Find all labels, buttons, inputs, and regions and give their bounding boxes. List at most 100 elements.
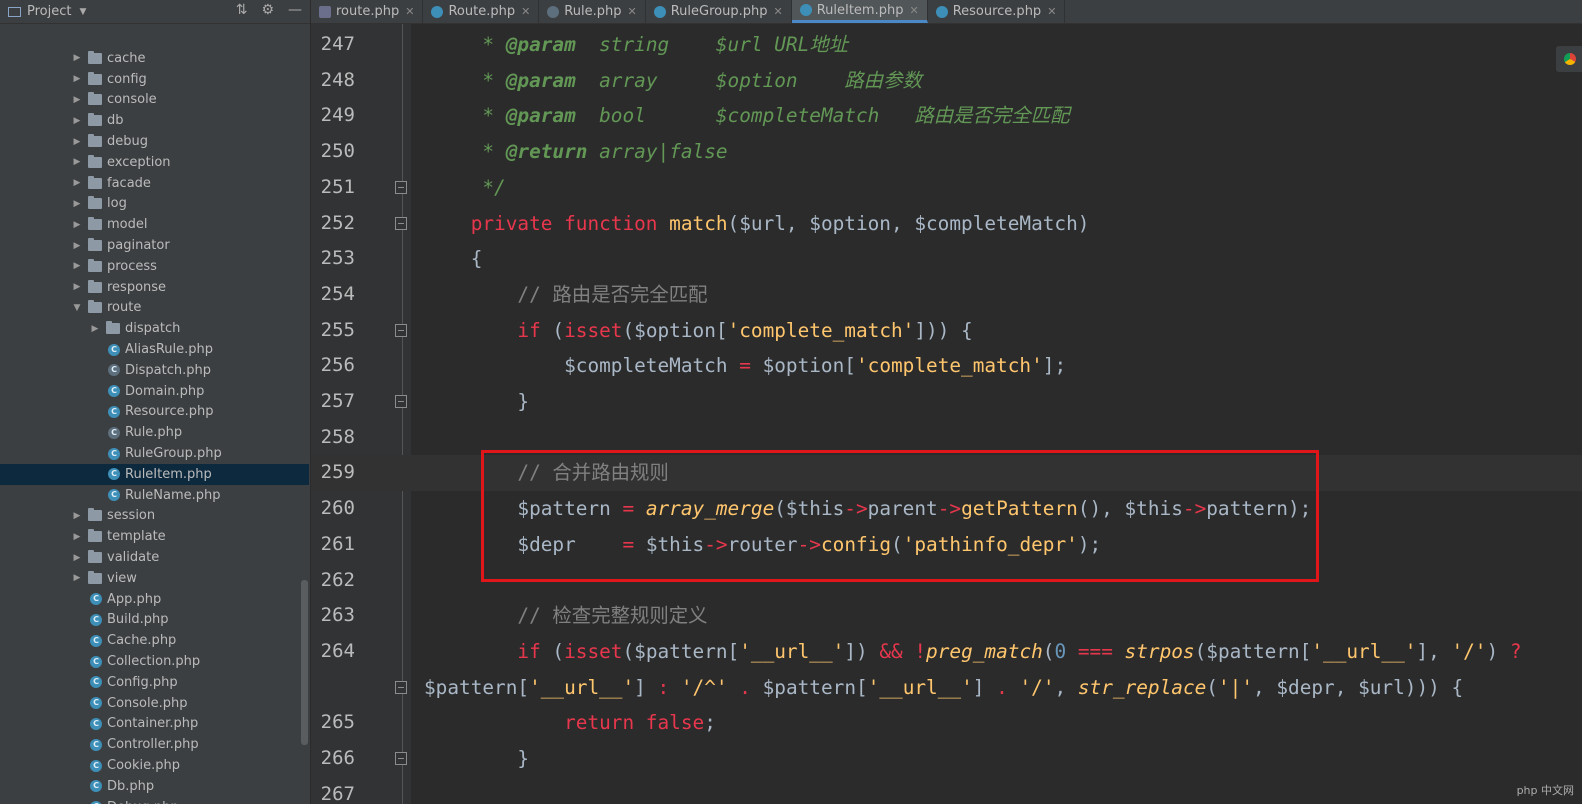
chevron-right-icon[interactable]: ▶ xyxy=(90,324,100,334)
tree-file-item[interactable]: CDebug.php xyxy=(0,797,309,804)
tree-file-item[interactable]: C AliasRule.php xyxy=(0,339,309,360)
browser-chrome-icon[interactable] xyxy=(1556,46,1582,72)
code-line[interactable]: // 检查完整规则定义 xyxy=(424,598,707,634)
code-line[interactable]: return false; xyxy=(424,705,716,741)
chevron-right-icon[interactable]: ▶ xyxy=(72,532,82,542)
chevron-right-icon[interactable]: ▶ xyxy=(72,74,82,84)
close-icon[interactable]: ✕ xyxy=(405,5,414,18)
tree-folder-cache[interactable]: ▶ cache xyxy=(0,48,309,69)
chevron-right-icon[interactable]: ▶ xyxy=(72,553,82,563)
tree-file-item[interactable]: C Cache.php xyxy=(0,630,309,651)
tree-folder-view[interactable]: ▶ view xyxy=(0,568,309,589)
chevron-right-icon[interactable]: ▶ xyxy=(72,137,82,147)
tree-folder-debug[interactable]: ▶ debug xyxy=(0,131,309,152)
chevron-right-icon[interactable]: ▶ xyxy=(72,95,82,105)
code-line[interactable]: } xyxy=(424,384,529,420)
chevron-right-icon[interactable]: ▶ xyxy=(72,157,82,167)
php-file-icon xyxy=(319,5,331,18)
tab-rulegroup[interactable]: RuleGroup.php ✕ xyxy=(646,0,792,23)
fold-marker-icon[interactable] xyxy=(395,180,407,194)
gear-icon[interactable]: ⚙ xyxy=(261,2,274,18)
tree-file-item[interactable]: C Container.php xyxy=(0,714,309,735)
tree-file-item[interactable]: C Rule.php xyxy=(0,422,309,443)
chevron-right-icon[interactable]: ▶ xyxy=(72,116,82,126)
chevron-down-icon[interactable]: ▼ xyxy=(72,303,82,313)
code-line[interactable]: if (isset($option['complete_match'])) { xyxy=(424,313,972,349)
close-icon[interactable]: ✕ xyxy=(627,5,636,18)
tree-folder-response[interactable]: ▶ response xyxy=(0,277,309,298)
tree-file-item[interactable]: C Domain.php xyxy=(0,381,309,402)
code-line[interactable]: * @return array|false xyxy=(424,134,727,170)
tree-folder-facade[interactable]: ▶ facade xyxy=(0,173,309,194)
code-line[interactable]: if (isset($pattern['__url__']) && !preg_… xyxy=(424,634,1521,670)
tree-file-item[interactable]: C App.php xyxy=(0,589,309,610)
fold-marker-icon[interactable] xyxy=(395,680,407,694)
chevron-right-icon[interactable]: ▶ xyxy=(72,241,82,251)
tree-file-item[interactable]: C Console.php xyxy=(0,693,309,714)
tree-folder-paginator[interactable]: ▶ paginator xyxy=(0,235,309,256)
chevron-right-icon[interactable]: ▶ xyxy=(72,573,82,583)
close-icon[interactable]: ✕ xyxy=(909,4,918,17)
tree-file-item[interactable]: C Dispatch.php xyxy=(0,360,309,381)
chevron-right-icon[interactable]: ▶ xyxy=(72,199,82,209)
tab-route[interactable]: Route.php ✕ xyxy=(423,0,540,23)
code-line[interactable]: } xyxy=(424,741,529,777)
code-line[interactable]: private function match($url, $option, $c… xyxy=(424,206,1090,242)
code-line[interactable]: */ xyxy=(424,170,505,206)
collapse-all-icon[interactable]: ⇅ xyxy=(236,2,248,18)
tree-folder-config[interactable]: ▶ config xyxy=(0,69,309,90)
chevron-down-icon[interactable]: ▼ xyxy=(79,7,86,17)
close-icon[interactable]: ✕ xyxy=(1047,5,1056,18)
fold-marker-icon[interactable] xyxy=(395,752,407,765)
fold-marker-icon[interactable] xyxy=(395,216,407,230)
tree-folder-log[interactable]: ▶ log xyxy=(0,194,309,215)
tab-resource[interactable]: Resource.php ✕ xyxy=(928,0,1066,23)
hide-icon[interactable]: — xyxy=(288,2,302,18)
tree-file-item[interactable]: C Config.php xyxy=(0,672,309,693)
code-editor[interactable]: 247 * @param string $url URL地址 248 * @par… xyxy=(311,24,1582,804)
tree-folder-session[interactable]: ▶ session xyxy=(0,506,309,527)
tree-folder-dispatch[interactable]: ▶ dispatch xyxy=(0,318,309,339)
fold-marker-icon[interactable] xyxy=(395,395,407,408)
tree-folder-validate[interactable]: ▶ validate xyxy=(0,547,309,568)
chevron-right-icon[interactable]: ▶ xyxy=(72,511,82,521)
tree-file-item[interactable]: C Build.php xyxy=(0,610,309,631)
code-line[interactable]: { xyxy=(424,241,483,277)
tree-folder-process[interactable]: ▶ process xyxy=(0,256,309,277)
tab-ruleitem[interactable]: RuleItem.php ✕ xyxy=(791,0,928,23)
tree-file-item[interactable]: C Cookie.php xyxy=(0,755,309,776)
tree-folder-exception[interactable]: ▶ exception xyxy=(0,152,309,173)
tree-file-item[interactable]: C Resource.php xyxy=(0,402,309,423)
chevron-right-icon[interactable]: ▶ xyxy=(72,282,82,292)
code-line[interactable]: * @param string $url URL地址 xyxy=(424,27,848,63)
chevron-right-icon[interactable]: ▶ xyxy=(72,178,82,188)
close-icon[interactable]: ✕ xyxy=(773,5,782,18)
tab-rule[interactable]: Rule.php ✕ xyxy=(539,0,646,23)
chevron-right-icon[interactable]: ▶ xyxy=(72,220,82,230)
tree-file-item[interactable]: C Controller.php xyxy=(0,734,309,755)
code-line[interactable]: $completeMatch = $option['complete_match… xyxy=(424,348,1066,384)
line-number: 257 xyxy=(320,390,355,412)
chevron-right-icon[interactable]: ▶ xyxy=(72,261,82,271)
code-line[interactable]: // 路由是否完全匹配 xyxy=(424,277,707,313)
code-line[interactable]: $pattern['__url__'] : '/^' . $pattern['_… xyxy=(424,670,1463,706)
tree-folder-console[interactable]: ▶ console xyxy=(0,90,309,111)
tree-file-item[interactable]: C RuleName.php xyxy=(0,485,309,506)
sidebar-scrollbar[interactable] xyxy=(301,580,308,745)
tree-file-item[interactable]: C RuleItem.php xyxy=(0,464,309,485)
tree-folder-route[interactable]: ▼ route xyxy=(0,298,309,319)
tree-folder-template[interactable]: ▶ template xyxy=(0,526,309,547)
tree-file-item[interactable]: C Db.php xyxy=(0,776,309,797)
fold-marker-icon[interactable] xyxy=(395,323,407,337)
tab-route[interactable]: route.php ✕ xyxy=(311,0,424,23)
code-line[interactable]: * @param bool $completeMatch 路由是否完全匹配 xyxy=(424,98,1069,134)
tree-folder-model[interactable]: ▶ model xyxy=(0,214,309,235)
chevron-right-icon[interactable]: ▶ xyxy=(72,53,82,63)
code-line[interactable]: * @param array $option 路由参数 xyxy=(424,63,922,99)
close-icon[interactable]: ✕ xyxy=(521,5,530,18)
tree-folder-db[interactable]: ▶ db xyxy=(0,110,309,131)
sidebar-header[interactable]: Project ▼ ⇅ ⚙ — xyxy=(0,0,310,24)
tree-file-item[interactable]: C Collection.php xyxy=(0,651,309,672)
tree-file-item[interactable]: C RuleGroup.php xyxy=(0,443,309,464)
class-icon: C xyxy=(90,676,102,689)
